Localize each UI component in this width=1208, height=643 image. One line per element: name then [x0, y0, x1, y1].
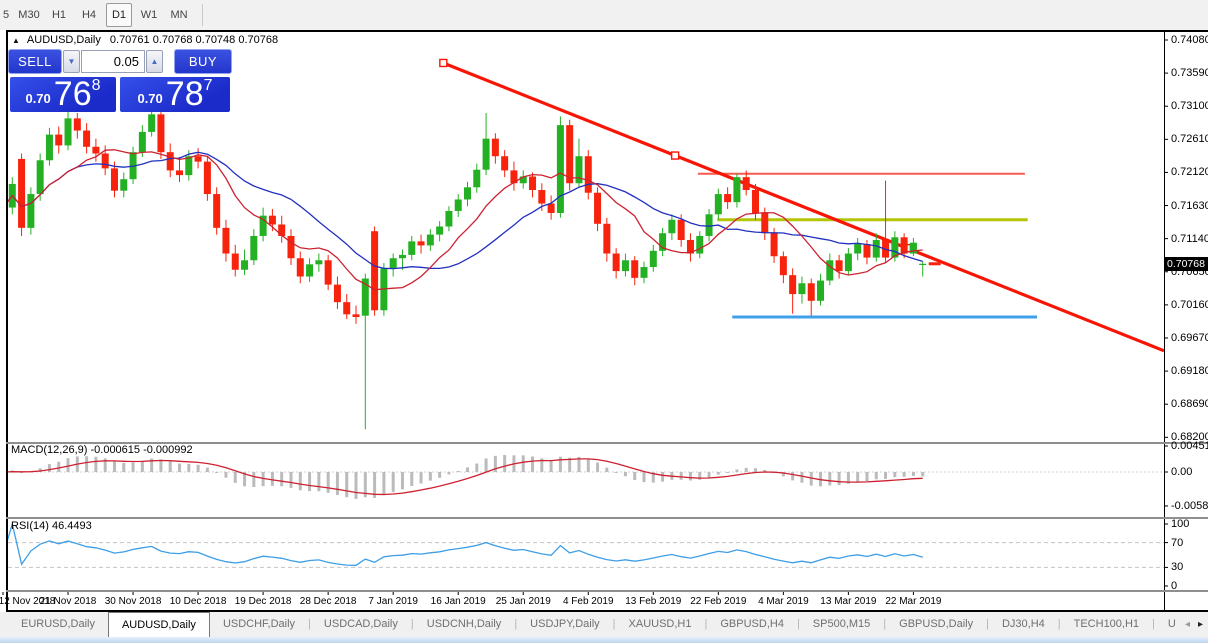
date-axis-label: 16 Jan 2019	[430, 596, 486, 607]
date-axis-label: 28 Dec 2018	[299, 596, 357, 607]
trading-platform-window: 5 M30 H1 H4 D1 W1 MN ▲ AUDUSD,Daily 0.70…	[0, 0, 1208, 643]
status-strip	[0, 637, 1208, 643]
chart-tab-bar: EURUSD,Daily AUDUSD,Daily USDCHF,Daily | USD…	[0, 612, 1208, 637]
ohlc-values: 0.70761 0.70768 0.70748 0.70768	[109, 34, 279, 46]
date-axis-label: 13 Mar 2019	[820, 596, 877, 607]
rsi-axis-label: 0	[1171, 580, 1178, 592]
sell-button[interactable]: SELL	[8, 49, 62, 74]
price-axis-label: 0.73100	[1171, 100, 1208, 113]
price-axis-label: 0.72610	[1171, 133, 1208, 146]
tab-sp500-m15[interactable]: SP500,M15	[800, 612, 883, 637]
price-axis-label: 0.74080	[1171, 34, 1208, 46]
rsi-axis-label: 30	[1171, 561, 1184, 574]
rsi-axis-label: 100	[1171, 518, 1190, 530]
main-chart-panel	[8, 58, 1164, 430]
price-axis-label: 0.73590	[1171, 67, 1208, 80]
tab-usdjpy-daily[interactable]: USDJPY,Daily	[517, 612, 613, 637]
volume-increase-button[interactable]: ▲	[146, 50, 163, 73]
rsi-indicator-label: RSI(14) 46.4493	[11, 520, 92, 532]
tab-tech100-h1[interactable]: TECH100,H1	[1061, 612, 1152, 637]
tab-usdchf-daily[interactable]: USDCHF,Daily	[210, 612, 308, 637]
tab-scroll-right-icon[interactable]: ▸	[1198, 619, 1203, 630]
tab-gbpusd-daily[interactable]: GBPUSD,Daily	[886, 612, 986, 637]
tab-eurusd-daily[interactable]: EURUSD,Daily	[8, 612, 108, 637]
one-click-trading-panel: SELL ▼ ▲ BUY 0.70 76 8 0.70 78 7	[8, 47, 232, 112]
buy-price-pips: 78	[165, 75, 204, 113]
rsi-panel-separator	[6, 517, 1208, 519]
date-axis-label: 22 Mar 2019	[885, 596, 942, 607]
tab-usdcad-daily[interactable]: USDCAD,Daily	[311, 612, 411, 637]
sell-price-point: 8	[91, 77, 101, 94]
buy-button[interactable]: BUY	[174, 49, 232, 74]
date-axis-label: 21 Nov 2018	[39, 596, 97, 607]
tab-audusd-daily[interactable]: AUDUSD,Daily	[107, 612, 210, 637]
sell-price-display[interactable]: 0.70 76 8	[10, 77, 116, 112]
window-left-border	[6, 32, 8, 612]
rsi-axis-label: 70	[1171, 536, 1184, 549]
volume-decrease-button[interactable]: ▼	[63, 50, 80, 73]
macd-axis-label: -0.005899	[1171, 499, 1208, 512]
date-axis-label: 7 Jan 2019	[368, 596, 418, 607]
rsi-line	[8, 521, 923, 566]
date-axis-label: 10 Dec 2018	[169, 596, 227, 607]
collapse-panel-icon[interactable]: ▲	[12, 36, 20, 45]
tab-dj30-h4[interactable]: DJ30,H4	[989, 612, 1058, 637]
macd-indicator-label: MACD(12,26,9) -0.000615 -0.000992	[11, 444, 193, 456]
price-axis-label: 0.69180	[1171, 365, 1208, 378]
window-top-border	[6, 30, 1208, 32]
date-axis-label: 19 Dec 2018	[234, 596, 292, 607]
date-axis-label: 30 Nov 2018	[104, 596, 162, 607]
macd-axis-label: 0.00	[1171, 466, 1193, 478]
macd-axis-label: 0.004517	[1171, 440, 1208, 452]
date-axis-label: 13 Feb 2019	[625, 596, 682, 607]
tab-usdcnh-daily[interactable]: USDCNH,Daily	[414, 612, 515, 637]
buy-price-point: 7	[203, 77, 213, 94]
sell-price-base: 0.70	[25, 91, 51, 106]
rsi-name: RSI(14)	[11, 520, 49, 532]
candles-series	[8, 106, 927, 430]
price-axis-label: 0.72120	[1171, 166, 1208, 179]
trendline-handle	[670, 151, 680, 160]
date-axis-label: 22 Feb 2019	[690, 596, 747, 607]
price-axis-label: 0.68690	[1171, 398, 1208, 411]
tab-u[interactable]: U	[1155, 612, 1189, 637]
moving-average-18	[8, 151, 923, 270]
macd-panel	[8, 454, 1164, 499]
buy-price-display[interactable]: 0.70 78 7	[120, 77, 230, 112]
last-price-marker	[928, 262, 941, 266]
date-axis-label: 4 Mar 2019	[758, 596, 809, 607]
trendline-handle	[439, 58, 448, 68]
buy-price-base: 0.70	[137, 91, 163, 106]
tab-scroll-arrows: ◂ ▸	[1185, 612, 1203, 637]
chart-title: ▲ AUDUSD,Daily 0.70761 0.70768 0.70748 0…	[12, 34, 278, 46]
price-axis-label: 0.71630	[1171, 199, 1208, 212]
date-axis-label: 4 Feb 2019	[562, 596, 614, 607]
macd-name: MACD(12,26,9)	[11, 444, 88, 456]
tab-xauusd-h1[interactable]: XAUUSD,H1	[616, 612, 705, 637]
date-axis-label: 25 Jan 2019	[495, 596, 551, 607]
tab-scroll-left-icon[interactable]: ◂	[1185, 619, 1190, 630]
volume-input[interactable]	[81, 50, 145, 73]
price-axis-label: 0.71140	[1171, 232, 1208, 245]
sell-price-pips: 76	[53, 75, 92, 113]
tab-gbpusd-h4[interactable]: GBPUSD,H4	[707, 612, 797, 637]
date-axis-separator	[6, 590, 1208, 592]
rsi-value: 46.4493	[51, 520, 92, 532]
current-price-badge: 0.70768	[1164, 256, 1208, 271]
price-axis-divider	[1164, 32, 1165, 610]
symbol-period-label: AUDUSD,Daily	[26, 34, 101, 46]
rsi-panel	[8, 521, 1164, 568]
macd-values: -0.000615 -0.000992	[90, 444, 193, 456]
price-axis-label: 0.69670	[1171, 331, 1208, 344]
price-axis-label: 0.70160	[1171, 298, 1208, 311]
